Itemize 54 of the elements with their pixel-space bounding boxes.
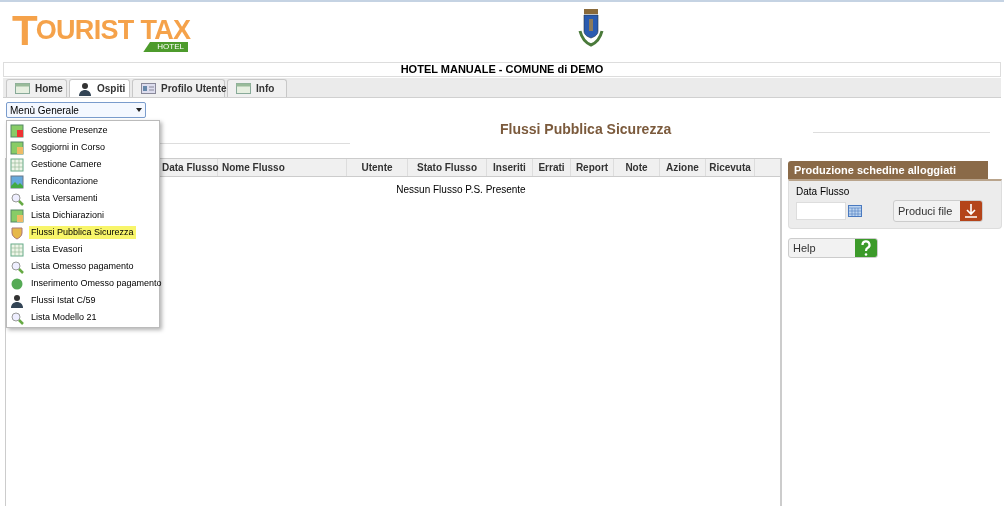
document-icon (10, 208, 24, 223)
person-icon (10, 293, 24, 308)
magnifier-icon (10, 259, 24, 274)
caret-icon (136, 108, 142, 112)
calendar-icon (10, 157, 24, 172)
help-icon (855, 239, 877, 257)
date-field[interactable] (796, 202, 846, 220)
menu-item[interactable]: Lista Evasori (29, 242, 85, 257)
id-card-icon (141, 83, 156, 94)
menu-item[interactable]: Gestione Presenze (29, 123, 110, 138)
menu-item[interactable]: Flussi Istat C/59 (29, 293, 98, 308)
column-header: Ricevuta (706, 159, 755, 176)
menu-select[interactable]: Menù Generale (6, 102, 146, 118)
empty-message: Nessun Flusso P.S. Presente (396, 183, 526, 197)
magnifier-icon (10, 310, 24, 325)
window-icon (15, 83, 30, 94)
column-header: Inseriti (487, 159, 533, 176)
menu-item[interactable]: Gestione Camere (29, 157, 104, 172)
tab[interactable]: Ospiti (69, 79, 130, 97)
menu-item[interactable]: Lista Versamenti (29, 191, 100, 206)
help-button[interactable]: Help (788, 238, 878, 258)
column-header: Azione (660, 159, 706, 176)
download-icon (960, 201, 982, 221)
person-icon (78, 81, 92, 96)
menu-item[interactable]: Lista Modello 21 (29, 310, 99, 325)
column-header: Report (571, 159, 614, 176)
field-label: Data Flusso (796, 186, 851, 198)
menu-item[interactable]: Rendicontazione (29, 174, 101, 189)
window-icon (236, 83, 251, 94)
produce-file-button[interactable]: Produci file (893, 200, 983, 222)
shield-icon (10, 225, 24, 240)
leaf-icon (10, 276, 24, 291)
column-header: Note (614, 159, 660, 176)
panel-title: Produzione schedine alloggiati (788, 161, 988, 179)
menu-item[interactable]: Lista Dichiarazioni (29, 208, 107, 223)
column-header: Nome Flusso (218, 159, 347, 176)
column-header: Errati (533, 159, 571, 176)
document-icon (10, 123, 24, 138)
page-title: Flussi Pubblica Sicurezza (500, 120, 672, 139)
tab[interactable]: Profilo Utente (132, 79, 225, 97)
menu-item[interactable]: Lista Omesso pagamento (29, 259, 136, 274)
tab[interactable]: Info (227, 79, 287, 97)
magnifier-icon (10, 191, 24, 206)
calendar-icon (10, 242, 24, 257)
calendar-icon[interactable] (848, 205, 862, 217)
document-icon (10, 140, 24, 155)
header-title: HOTEL MANUALE - COMUNE di DEMO (400, 62, 604, 78)
menu-item[interactable]: Flussi Pubblica Sicurezza (29, 225, 136, 240)
picture-frame-icon (10, 174, 24, 189)
column-header: Utente (347, 159, 408, 176)
menu-item[interactable]: Inserimento Omesso pagamento (29, 276, 164, 291)
column-header: Stato Flusso (408, 159, 487, 176)
tab[interactable]: Home (6, 79, 67, 97)
menu-item[interactable]: Soggiorni in Corso (29, 140, 108, 155)
